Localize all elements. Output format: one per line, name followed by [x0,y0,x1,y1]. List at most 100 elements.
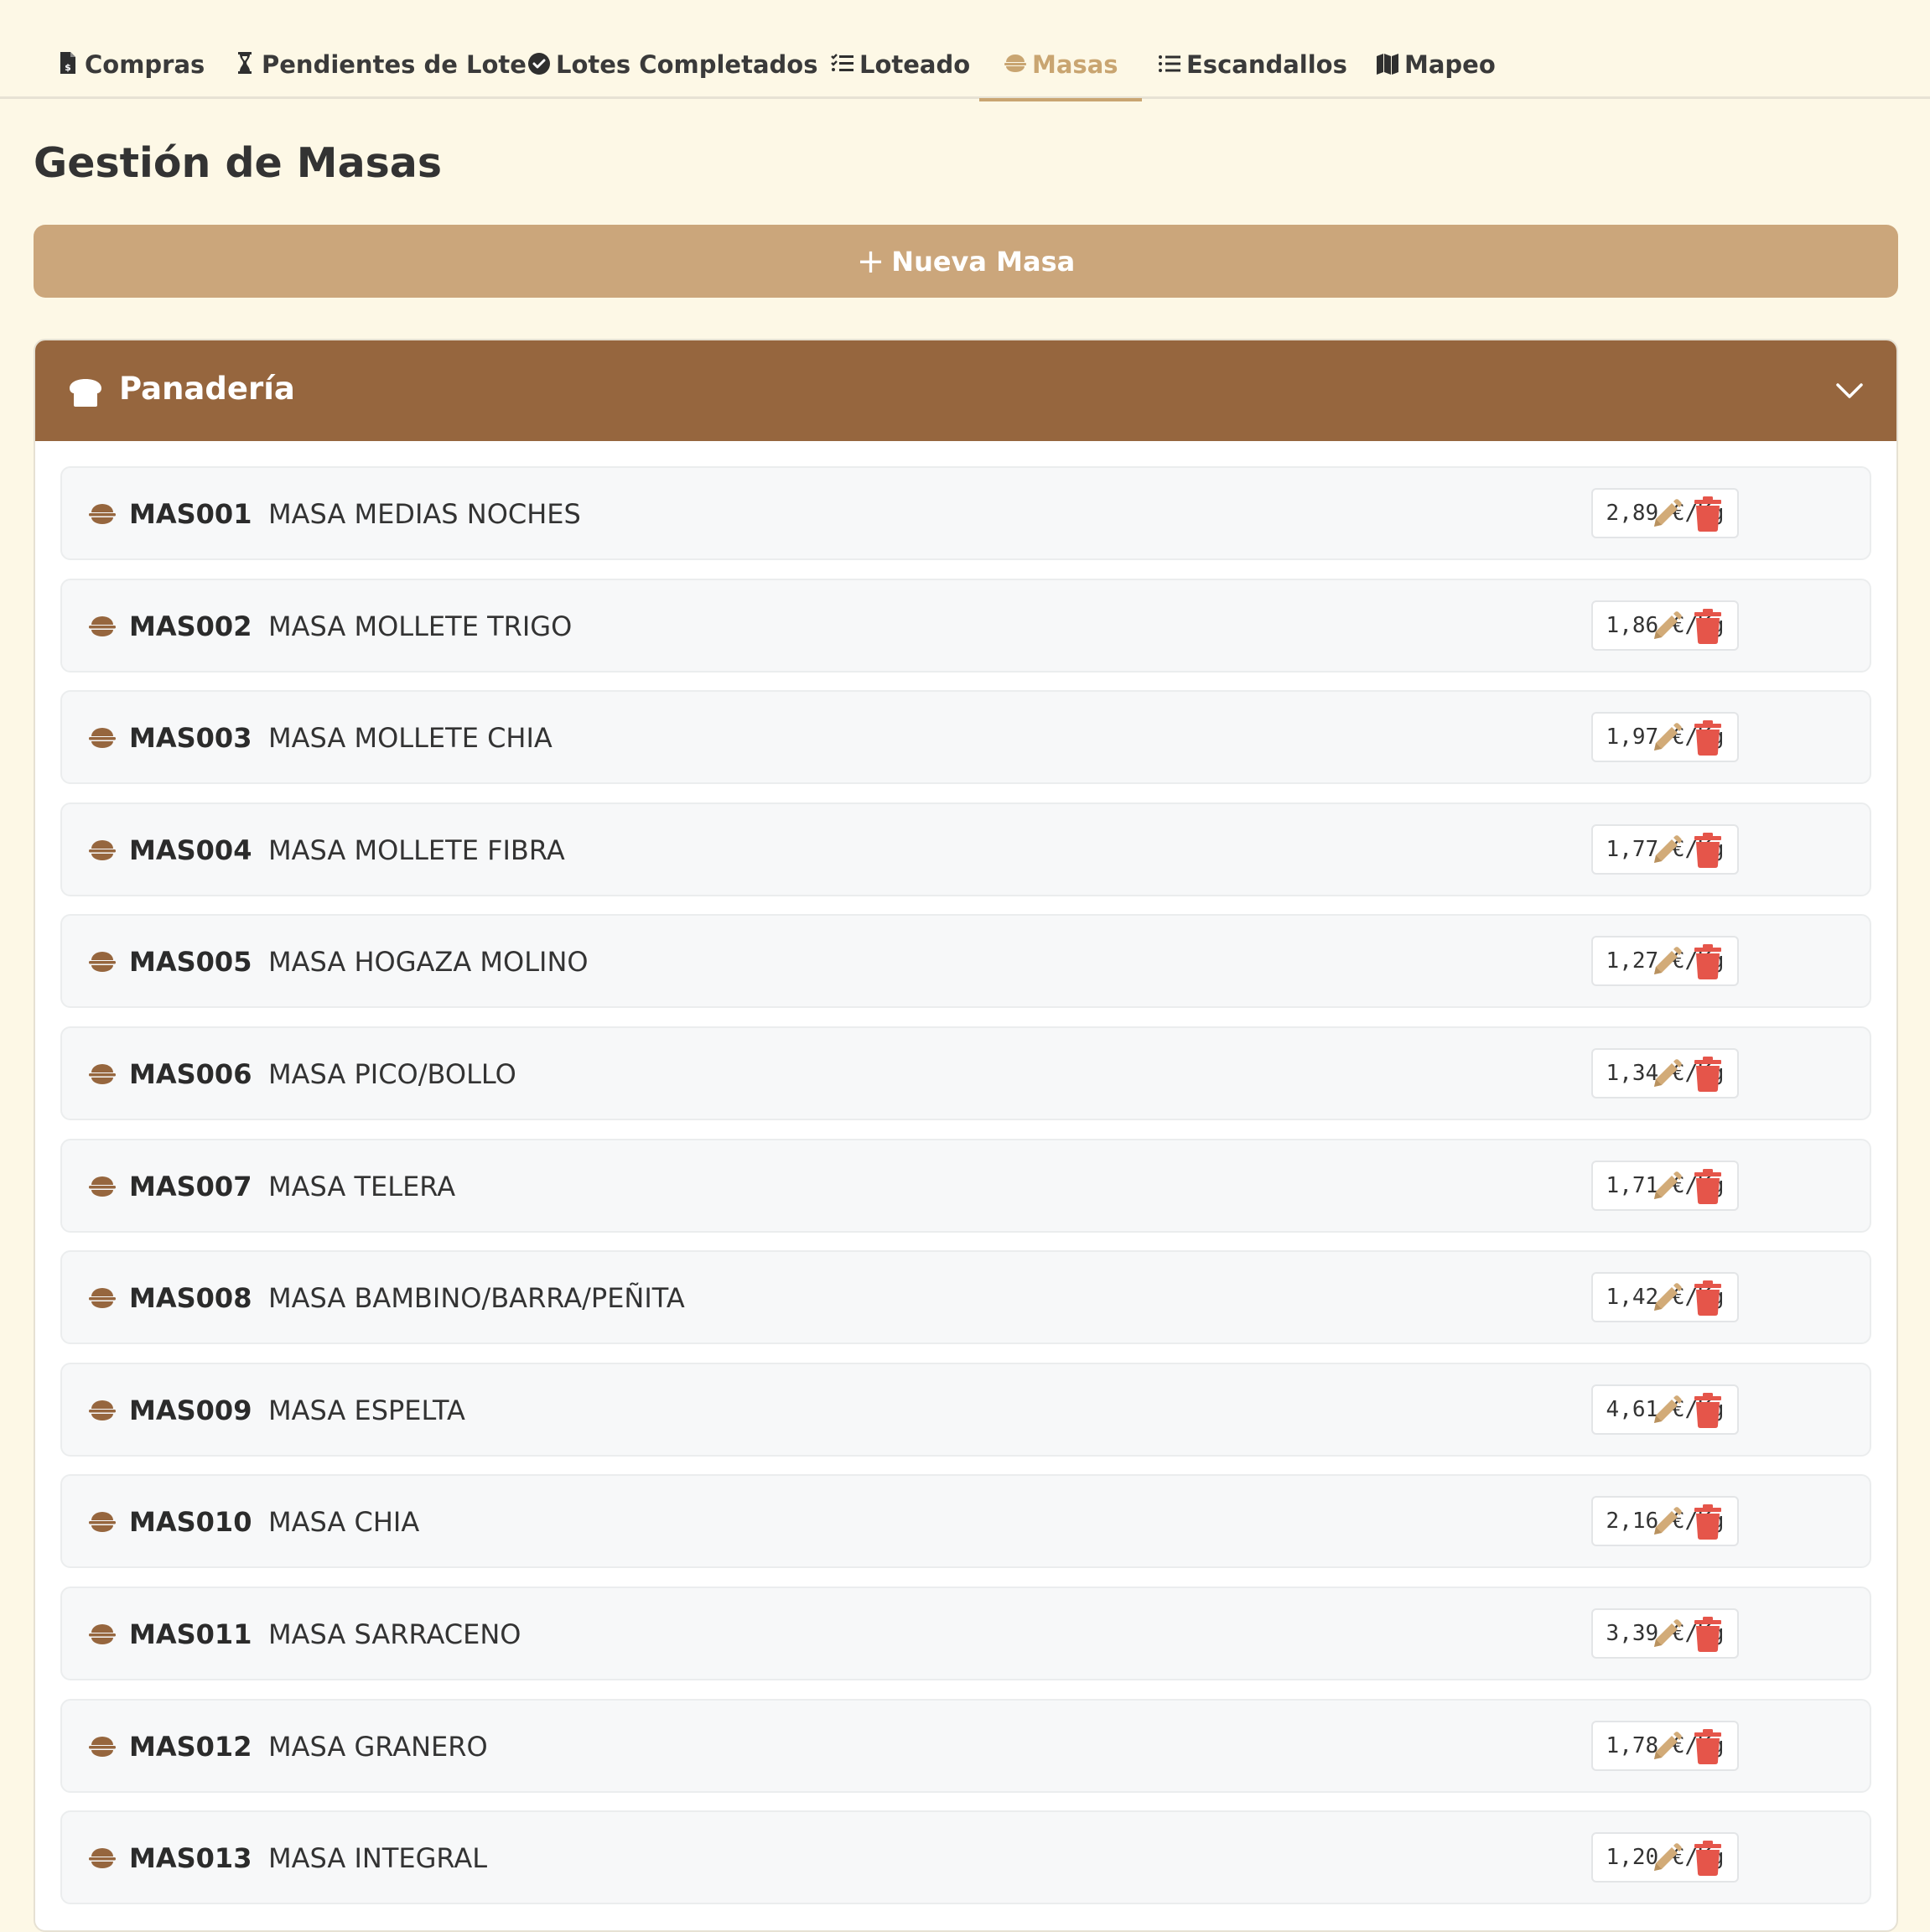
trash-icon[interactable] [1694,833,1722,868]
masa-row: MAS011MASA SARRACENO3,39 €/Kg [60,1587,1871,1680]
trash-icon[interactable] [1694,609,1722,644]
masa-code: MAS013 [129,1842,252,1874]
masa-code: MAS007 [129,1171,252,1202]
masa-code: MAS002 [129,610,252,642]
masa-name: MASA TELERA [268,1171,456,1202]
masa-name: MASA ESPELTA [268,1394,465,1426]
masa-name: MASA MOLLETE FIBRA [268,834,565,866]
pencil-icon[interactable] [1649,1394,1683,1428]
bowl-icon [89,952,116,972]
bowl-icon [89,1624,116,1644]
hourglass-icon [238,52,252,74]
masa-code: MAS008 [129,1282,252,1314]
tab-label: Compras [85,50,205,79]
tab-label: Lotes Completados [556,50,818,79]
trash-icon[interactable] [1694,1393,1722,1428]
check-circle-icon [528,53,550,75]
category-header[interactable]: Panadería [35,340,1896,441]
page-title: Gestión de Masas [34,139,443,187]
masa-name: MASA MEDIAS NOCHES [268,498,581,530]
bowl-icon [89,1288,116,1308]
checklist-icon [831,54,853,71]
plus-icon: + [856,242,885,281]
tab-pendientes-de-lote[interactable]: Pendientes de Lote [232,39,527,99]
masa-row: MAS010MASA CHIA2,16 €/Kg [60,1474,1871,1568]
pencil-icon[interactable] [1649,1842,1683,1876]
masa-row: MAS006MASA PICO/BOLLO1,34 €/Kg [60,1026,1871,1120]
trash-icon[interactable] [1694,1617,1722,1652]
trash-icon[interactable] [1694,944,1722,979]
masa-row: MAS009MASA ESPELTA4,61 €/Kg [60,1363,1871,1457]
trash-icon[interactable] [1694,1280,1722,1316]
bread-icon [70,379,101,407]
tab-masas[interactable]: Masas [979,39,1141,101]
pencil-icon[interactable] [1649,1058,1683,1092]
pencil-icon[interactable] [1649,1731,1683,1764]
trash-icon[interactable] [1694,1057,1722,1092]
pencil-icon[interactable] [1649,1618,1683,1652]
list-icon [1159,55,1180,72]
tab-escandallos[interactable]: Escandallos [1157,39,1347,99]
masa-row: MAS007MASA TELERA1,71 €/Kg [60,1139,1871,1233]
masa-code: MAS005 [129,946,252,978]
masa-name: MASA MOLLETE CHIA [268,722,553,754]
masa-code: MAS001 [129,498,252,530]
bowl-icon [89,504,116,524]
top-nav: $ Compras Pendientes de Lote Lotes Compl… [0,0,1930,101]
map-icon [1377,54,1398,75]
masa-code: MAS009 [129,1394,252,1426]
masa-code: MAS012 [129,1731,252,1763]
masa-name: MASA GRANERO [268,1731,488,1763]
pencil-icon[interactable] [1649,1171,1683,1204]
masa-code: MAS003 [129,722,252,754]
bowl-icon [1004,55,1026,72]
bowl-icon [89,1176,116,1197]
masa-name: MASA CHIA [268,1506,420,1538]
bowl-icon [89,1064,116,1084]
bowl-icon [89,1512,116,1532]
new-masa-button[interactable]: + Nueva Masa [34,225,1898,298]
trash-icon[interactable] [1694,1841,1722,1876]
trash-icon[interactable] [1694,1729,1722,1764]
trash-icon[interactable] [1694,720,1722,756]
tab-lotes-completados[interactable]: Lotes Completados [527,39,817,99]
masa-code: MAS010 [129,1506,252,1538]
pencil-icon[interactable] [1649,946,1683,979]
bowl-icon [89,728,116,748]
masa-name: MASA MOLLETE TRIGO [268,610,573,642]
masa-row: MAS001MASA MEDIAS NOCHES2,89 €/Kg [60,466,1871,560]
trash-icon[interactable] [1694,1504,1722,1540]
svg-text:$: $ [65,62,71,73]
tab-loteado[interactable]: Loteado [830,39,970,99]
masa-row: MAS012MASA GRANERO1,78 €/Kg [60,1699,1871,1793]
pencil-icon[interactable] [1649,498,1683,532]
bowl-icon [89,616,116,636]
masa-code: MAS011 [129,1618,252,1650]
pencil-icon[interactable] [1649,834,1683,868]
masa-name: MASA BAMBINO/BARRA/PEÑITA [268,1282,685,1314]
tab-mapeo[interactable]: Mapeo [1375,39,1496,99]
pencil-icon[interactable] [1649,610,1683,644]
masa-name: MASA PICO/BOLLO [268,1058,516,1090]
pencil-icon[interactable] [1649,722,1683,756]
tab-label: Escandallos [1186,50,1347,79]
masa-name: MASA SARRACENO [268,1618,521,1650]
tab-label: Loteado [859,50,971,79]
bowl-icon [89,1848,116,1868]
chevron-down-icon[interactable] [1834,377,1865,402]
category-panel: Panadería MAS001MASA MEDIAS NOCHES2,89 €… [34,339,1898,1932]
category-label: Panadería [119,371,295,407]
masa-row: MAS004MASA MOLLETE FIBRA1,77 €/Kg [60,802,1871,896]
pencil-icon[interactable] [1649,1282,1683,1316]
new-masa-label: Nueva Masa [891,245,1076,278]
trash-icon[interactable] [1694,496,1722,532]
masa-row: MAS008MASA BAMBINO/BARRA/PEÑITA1,42 €/Kg [60,1250,1871,1344]
masa-code: MAS004 [129,834,252,866]
pencil-icon[interactable] [1649,1506,1683,1540]
masa-code: MAS006 [129,1058,252,1090]
masa-name: MASA INTEGRAL [268,1842,488,1874]
masa-row: MAS003MASA MOLLETE CHIA1,97 €/Kg [60,690,1871,784]
trash-icon[interactable] [1694,1169,1722,1204]
tab-compras[interactable]: $ Compras [55,39,205,99]
bowl-icon [89,1737,116,1757]
